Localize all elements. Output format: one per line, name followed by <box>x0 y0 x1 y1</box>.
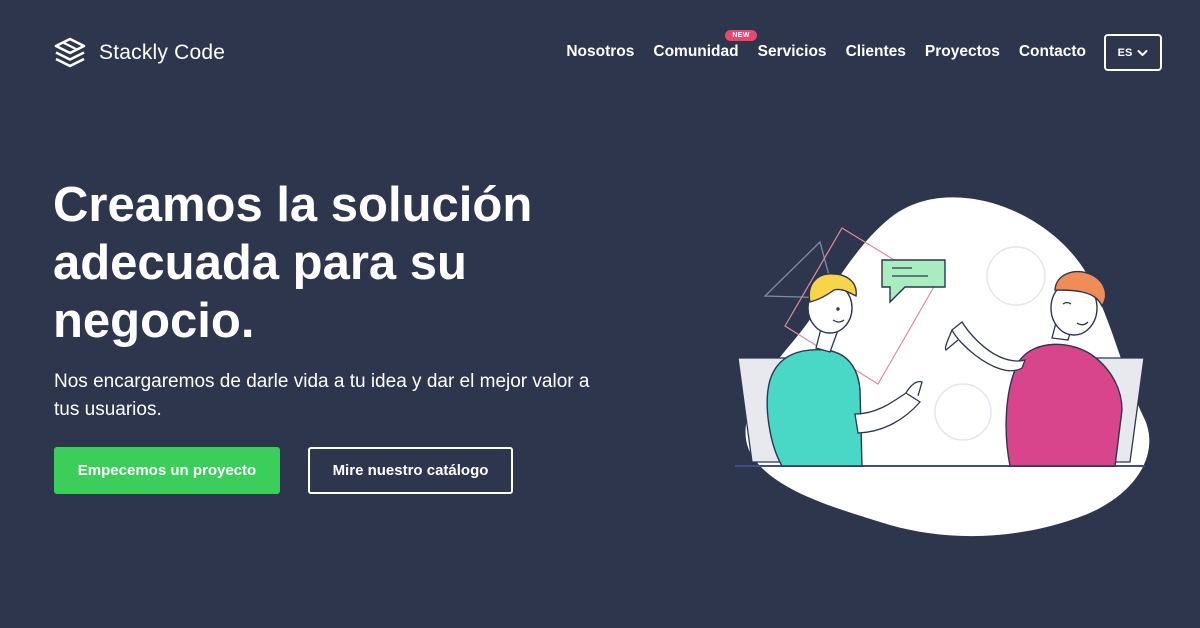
chevron-down-icon <box>1137 49 1148 56</box>
view-catalog-button[interactable]: Mire nuestro catálogo <box>308 447 513 494</box>
hero-subtitle: Nos encargaremos de darle vida a tu idea… <box>54 371 590 420</box>
language-selector[interactable]: ES <box>1104 34 1162 71</box>
nav-item-label: Comunidad <box>653 43 739 60</box>
nav-item-comunidad[interactable]: Comunidad NEW <box>653 30 757 61</box>
start-project-button[interactable]: Empecemos un proyecto <box>54 447 280 494</box>
hero-title: Creamos la solución adecuada para su neg… <box>53 178 533 348</box>
main-nav: Nosotros Comunidad NEW Servicios Cliente… <box>566 30 1086 61</box>
nav-item-contacto[interactable]: Contacto <box>1019 43 1086 61</box>
nav-item-clientes[interactable]: Clientes <box>846 43 906 61</box>
nav-item-servicios[interactable]: Servicios <box>758 43 827 61</box>
logo[interactable]: Stackly Code <box>53 36 225 70</box>
brand-name: Stackly Code <box>99 41 226 64</box>
nav-item-nosotros[interactable]: Nosotros <box>566 43 634 61</box>
new-badge: NEW <box>725 30 757 41</box>
hero-illustration <box>735 197 1150 537</box>
language-label: ES <box>1117 46 1133 59</box>
nav-item-proyectos[interactable]: Proyectos <box>925 43 1000 61</box>
stacked-layers-icon <box>54 37 86 68</box>
header: Stackly Code Nosotros Comunidad NEW Serv… <box>0 0 1200 105</box>
